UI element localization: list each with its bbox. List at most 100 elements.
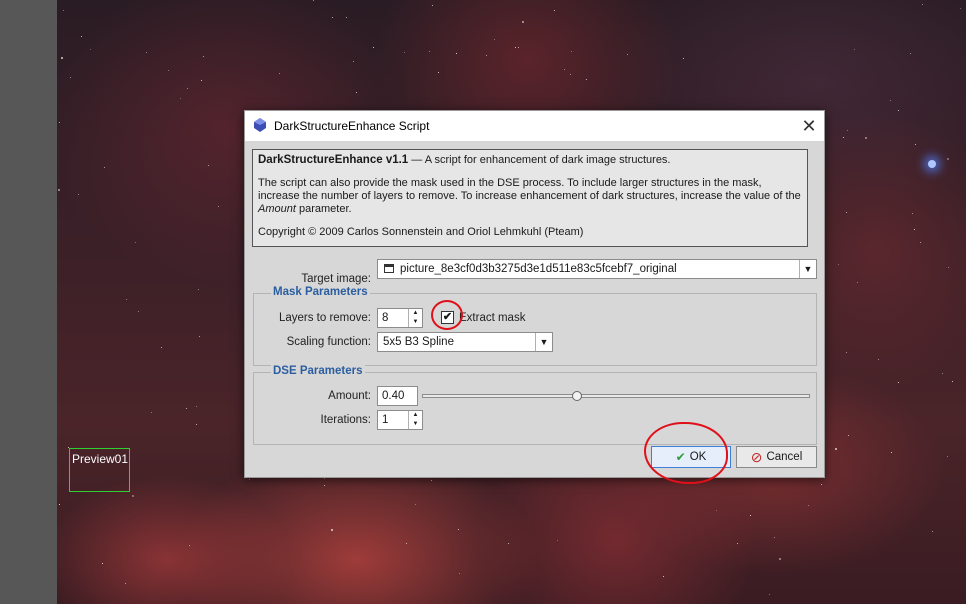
star xyxy=(779,558,781,560)
star xyxy=(683,58,684,59)
star xyxy=(161,347,162,348)
star xyxy=(151,412,152,413)
star xyxy=(132,495,134,497)
dialog-title: DarkStructureEnhance Script xyxy=(274,119,430,133)
close-icon: ✕ xyxy=(801,115,817,136)
star xyxy=(947,456,948,457)
star xyxy=(737,543,738,544)
star xyxy=(70,77,71,78)
star xyxy=(59,504,60,505)
spin-up-icon[interactable]: ▲ xyxy=(409,411,422,420)
star xyxy=(104,167,105,168)
close-button[interactable]: ✕ xyxy=(798,115,820,137)
star xyxy=(324,478,325,479)
star xyxy=(456,53,457,54)
extract-mask-label[interactable]: Extract mask xyxy=(459,312,525,324)
star xyxy=(168,70,169,71)
star xyxy=(564,69,565,70)
iterations-value: 1 xyxy=(382,414,389,426)
layers-to-remove-spinbox[interactable]: 8 ▲ ▼ xyxy=(377,308,423,328)
dialog-titlebar[interactable]: DarkStructureEnhance Script ✕ xyxy=(245,111,824,141)
star xyxy=(878,359,879,360)
star xyxy=(332,17,333,18)
star xyxy=(61,57,63,59)
amount-field[interactable]: 0.40 xyxy=(377,386,418,406)
dse-dialog: DarkStructureEnhance Script ✕ DarkStruct… xyxy=(244,110,825,478)
star xyxy=(821,484,822,485)
spin-down-icon[interactable]: ▼ xyxy=(409,318,422,327)
spin-down-icon[interactable]: ▼ xyxy=(409,420,422,429)
cancel-button[interactable]: ⊘ Cancel xyxy=(736,446,817,468)
star xyxy=(346,17,347,18)
star xyxy=(835,448,837,450)
left-panel-strip xyxy=(0,0,57,604)
amount-slider-track[interactable] xyxy=(422,394,810,398)
info-amount-em: Amount xyxy=(258,203,296,215)
info-paragraph: The script can also provide the mask use… xyxy=(258,177,801,215)
amount-value: 0.40 xyxy=(382,390,405,402)
star xyxy=(415,504,416,505)
dse-parameters-group xyxy=(253,372,817,445)
star xyxy=(865,137,867,139)
star xyxy=(126,299,127,300)
star xyxy=(522,21,524,23)
star xyxy=(716,510,717,511)
star xyxy=(313,0,314,1)
spin-buttons[interactable]: ▲ ▼ xyxy=(408,411,422,429)
scaling-function-label: Scaling function: xyxy=(286,336,371,348)
star xyxy=(848,435,849,436)
star xyxy=(102,563,103,564)
mask-parameters-title: Mask Parameters xyxy=(271,286,370,298)
star xyxy=(249,479,250,480)
star xyxy=(838,264,839,265)
star xyxy=(554,10,555,11)
star xyxy=(373,47,374,48)
scaling-function-combo[interactable]: 5x5 B3 Spline ▼ xyxy=(377,332,553,352)
star xyxy=(404,52,405,53)
star xyxy=(846,352,847,353)
star xyxy=(208,165,209,166)
star xyxy=(898,110,899,111)
star xyxy=(947,158,949,160)
info-heading: DarkStructureEnhance v1.1 xyxy=(258,154,409,166)
star xyxy=(438,72,439,73)
spin-up-icon[interactable]: ▲ xyxy=(409,309,422,318)
star xyxy=(459,573,460,574)
preview-label: Preview01 xyxy=(72,452,129,466)
target-image-combo[interactable]: picture_8e3cf0d3b3275d3e1d511e83c5fcebf7… xyxy=(377,259,817,279)
star xyxy=(854,49,855,50)
image-window-icon xyxy=(384,264,394,273)
star xyxy=(59,122,60,123)
dse-parameters-title: DSE Parameters xyxy=(271,365,365,377)
star xyxy=(948,267,949,268)
star xyxy=(356,92,357,93)
star xyxy=(910,53,911,54)
star xyxy=(808,505,809,506)
star xyxy=(898,382,899,383)
star xyxy=(912,213,913,214)
mask-parameters-group xyxy=(253,293,817,366)
iterations-label: Iterations: xyxy=(320,414,372,426)
layers-to-remove-label: Layers to remove: xyxy=(278,312,371,324)
star xyxy=(203,56,204,57)
star xyxy=(750,515,751,516)
star xyxy=(515,47,516,48)
star xyxy=(847,130,848,131)
chevron-down-icon: ▼ xyxy=(799,260,816,278)
star xyxy=(78,194,79,195)
spin-buttons[interactable]: ▲ ▼ xyxy=(408,309,422,327)
star xyxy=(846,212,847,213)
info-panel: DarkStructureEnhance v1.1 — A script for… xyxy=(252,149,808,247)
star xyxy=(146,52,147,53)
star xyxy=(199,336,200,337)
star xyxy=(180,98,181,99)
iterations-spinbox[interactable]: 1 ▲ ▼ xyxy=(377,410,423,430)
star xyxy=(571,51,572,52)
amount-label: Amount: xyxy=(328,390,371,402)
star xyxy=(429,51,430,52)
pixinsight-app-icon xyxy=(254,118,266,132)
cancel-button-label: Cancel xyxy=(766,451,803,463)
star xyxy=(324,485,325,486)
star xyxy=(494,39,495,40)
star xyxy=(890,100,891,101)
